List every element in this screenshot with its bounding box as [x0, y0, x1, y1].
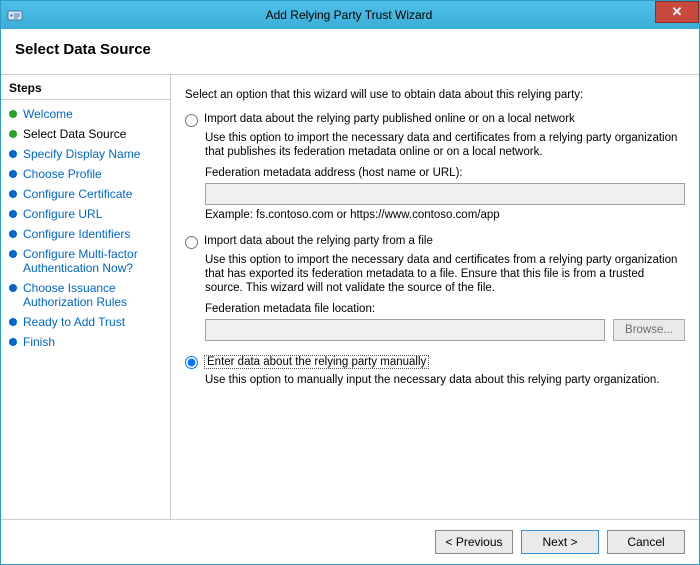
- step-bullet-icon: [9, 318, 17, 326]
- step-label: Choose Profile: [23, 167, 164, 181]
- metadata-file-input[interactable]: [205, 319, 605, 341]
- page-header: Select Data Source: [1, 29, 699, 75]
- option-import-online: Import data about the relying party publ…: [185, 113, 685, 221]
- step-label: Configure Identifiers: [23, 227, 164, 241]
- cancel-button[interactable]: Cancel: [607, 530, 685, 554]
- step-item[interactable]: Configure Multi-factor Authentication No…: [1, 244, 170, 278]
- step-item[interactable]: Configure Identifiers: [1, 224, 170, 244]
- step-bullet-icon: [9, 250, 17, 258]
- metadata-address-example: Example: fs.contoso.com or https://www.c…: [205, 209, 685, 221]
- step-label: Configure URL: [23, 207, 164, 221]
- page-title: Select Data Source: [15, 41, 685, 58]
- step-bullet-icon: [9, 230, 17, 238]
- option-import-file-label[interactable]: Import data about the relying party from…: [204, 235, 433, 247]
- step-bullet-icon: [9, 170, 17, 178]
- option-manual-desc: Use this option to manually input the ne…: [205, 373, 685, 387]
- step-label: Configure Multi-factor Authentication No…: [23, 247, 164, 275]
- option-import-file: Import data about the relying party from…: [185, 235, 685, 341]
- step-label: Specify Display Name: [23, 147, 164, 161]
- step-bullet-icon: [9, 130, 17, 138]
- step-label: Ready to Add Trust: [23, 315, 164, 329]
- previous-button[interactable]: < Previous: [435, 530, 513, 554]
- app-icon: [7, 7, 23, 23]
- body: Steps Welcome Select Data Source Specify D…: [1, 75, 699, 519]
- step-bullet-icon: [9, 190, 17, 198]
- step-item[interactable]: Finish: [1, 332, 170, 352]
- option-manual: Enter data about the relying party manua…: [185, 355, 685, 395]
- metadata-address-label: Federation metadata address (host name o…: [205, 167, 685, 179]
- next-button[interactable]: Next >: [521, 530, 599, 554]
- option-import-file-desc: Use this option to import the necessary …: [205, 253, 685, 295]
- step-bullet-icon: [9, 338, 17, 346]
- step-item[interactable]: Select Data Source: [1, 124, 170, 144]
- footer: < Previous Next > Cancel: [1, 519, 699, 564]
- titlebar: Add Relying Party Trust Wizard ✕: [1, 1, 699, 29]
- step-label: Configure Certificate: [23, 187, 164, 201]
- metadata-file-label: Federation metadata file location:: [205, 303, 685, 315]
- metadata-address-input[interactable]: [205, 183, 685, 205]
- step-bullet-icon: [9, 210, 17, 218]
- browse-button[interactable]: Browse...: [613, 319, 685, 341]
- radio-manual[interactable]: [185, 356, 198, 369]
- step-item[interactable]: Specify Display Name: [1, 144, 170, 164]
- steps-sidebar: Steps Welcome Select Data Source Specify D…: [1, 75, 171, 519]
- step-item[interactable]: Choose Profile: [1, 164, 170, 184]
- step-label: Select Data Source: [23, 127, 164, 141]
- step-item[interactable]: Configure URL: [1, 204, 170, 224]
- step-item[interactable]: Ready to Add Trust: [1, 312, 170, 332]
- content-pane: Select an option that this wizard will u…: [171, 75, 699, 519]
- radio-import-file[interactable]: [185, 236, 198, 249]
- intro-text: Select an option that this wizard will u…: [185, 89, 685, 101]
- radio-import-online[interactable]: [185, 114, 198, 127]
- close-icon: ✕: [672, 4, 683, 20]
- step-label: Choose Issuance Authorization Rules: [23, 281, 164, 309]
- step-bullet-icon: [9, 150, 17, 158]
- window-title: Add Relying Party Trust Wizard: [29, 8, 699, 22]
- step-bullet-icon: [9, 110, 17, 118]
- steps-list: Welcome Select Data Source Specify Display…: [1, 104, 170, 352]
- option-manual-label[interactable]: Enter data about the relying party manua…: [204, 355, 429, 369]
- close-button[interactable]: ✕: [655, 1, 699, 23]
- wizard-window: Add Relying Party Trust Wizard ✕ Select …: [0, 0, 700, 565]
- option-import-online-desc: Use this option to import the necessary …: [205, 131, 685, 159]
- step-item[interactable]: Choose Issuance Authorization Rules: [1, 278, 170, 312]
- step-bullet-icon: [9, 284, 17, 292]
- step-item[interactable]: Configure Certificate: [1, 184, 170, 204]
- step-label: Finish: [23, 335, 164, 349]
- step-label: Welcome: [23, 107, 164, 121]
- step-item[interactable]: Welcome: [1, 104, 170, 124]
- steps-heading: Steps: [1, 79, 170, 100]
- option-import-online-label[interactable]: Import data about the relying party publ…: [204, 113, 575, 125]
